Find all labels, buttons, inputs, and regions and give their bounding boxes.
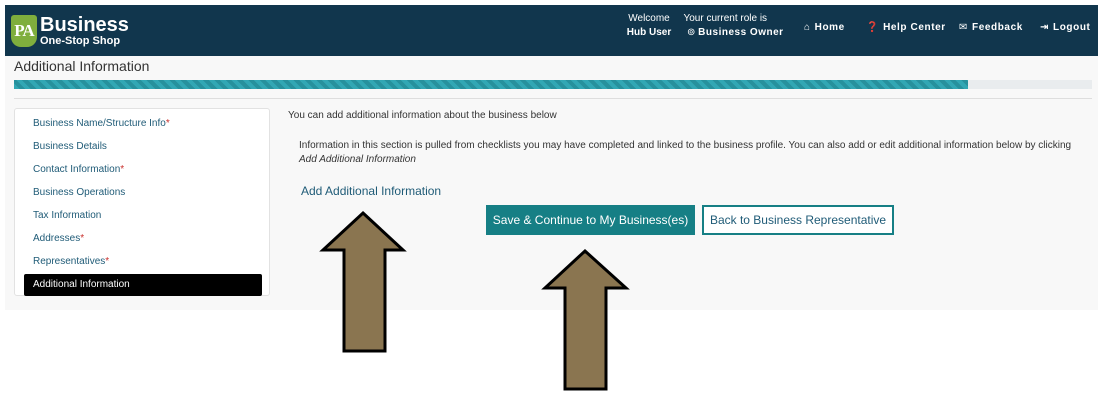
header-bar: PA Business One-Stop Shop Welcome Hub Us… <box>5 5 1098 56</box>
pa-business-logo[interactable]: PA Business One-Stop Shop <box>11 14 129 48</box>
add-additional-information-link[interactable]: Add Additional Information <box>301 184 441 198</box>
home-icon: ⌂ <box>804 22 811 33</box>
logout-icon: ⇥ <box>1040 22 1049 33</box>
info-text: Information in this section is pulled fr… <box>299 139 1083 167</box>
sidebar-item-label: Business Operations <box>33 187 126 198</box>
sidebar-item-additional-information[interactable]: Additional Information <box>24 274 262 296</box>
page-container: PA Business One-Stop Shop Welcome Hub Us… <box>5 5 1098 310</box>
sidebar-item-label: Additional Information <box>33 279 130 290</box>
info-text-body: Information in this section is pulled fr… <box>299 140 1072 151</box>
sidebar-item-addresses[interactable]: Addresses* <box>24 228 262 250</box>
required-marker: * <box>105 256 110 267</box>
nav-home-label: Home <box>814 22 845 33</box>
save-continue-button[interactable]: Save & Continue to My Business(es) <box>486 205 695 235</box>
sidebar-item-tax-information[interactable]: Tax Information <box>24 205 262 227</box>
nav-help-center-label: Help Center <box>883 22 946 33</box>
sidebar-nav: Business Name/Structure Info* Business D… <box>14 108 270 296</box>
nav-feedback[interactable]: ✉ Feedback <box>959 22 1023 33</box>
welcome-user: Hub User <box>626 27 672 38</box>
role-value: Business Owner <box>698 27 784 38</box>
nav-logout-label: Logout <box>1052 22 1091 33</box>
speech-bubble-icon: ✉ <box>959 22 968 33</box>
required-marker: * <box>80 233 85 244</box>
sidebar-item-label: Contact Information <box>33 164 121 175</box>
progress-bar-fill <box>14 80 969 89</box>
intro-text: You can add additional information about… <box>288 110 557 121</box>
sidebar-item-representatives[interactable]: Representatives* <box>24 251 262 273</box>
page-title: Additional Information <box>14 58 150 74</box>
sidebar-item-business-operations[interactable]: Business Operations <box>24 182 262 204</box>
question-circle-icon: ❓ <box>866 22 880 33</box>
sidebar-item-label: Business Details <box>33 141 107 152</box>
sidebar-item-business-name[interactable]: Business Name/Structure Info* <box>24 113 262 135</box>
sidebar-item-label: Business Name/Structure Info <box>33 118 166 129</box>
sidebar-item-contact-information[interactable]: Contact Information* <box>24 159 262 181</box>
sidebar-item-business-details[interactable]: Business Details <box>24 136 262 158</box>
sidebar-item-label: Representatives <box>33 256 106 267</box>
required-marker: * <box>120 164 125 175</box>
role-switch[interactable]: ⊚ Business Owner <box>687 27 784 38</box>
logo-title: Business <box>40 14 129 36</box>
info-text-emphasis: Add Additional Information <box>299 154 416 165</box>
back-to-representative-button[interactable]: Back to Business Representative <box>702 205 894 235</box>
role-label: Your current role is <box>683 13 768 24</box>
nav-home[interactable]: ⌂ Home <box>804 22 845 33</box>
sidebar-item-label: Addresses <box>33 233 81 244</box>
progress-bar <box>14 80 1092 89</box>
sidebar-item-label: Tax Information <box>33 210 102 221</box>
logo-subtitle: One-Stop Shop <box>40 35 121 47</box>
welcome-label: Welcome <box>628 13 670 24</box>
required-marker: * <box>165 118 170 129</box>
section-divider <box>14 98 1092 99</box>
role-block: Your current role is ⊚ Business Owner <box>683 12 784 40</box>
pa-logo-badge: PA <box>11 15 37 47</box>
nav-feedback-label: Feedback <box>971 22 1023 33</box>
user-circle-icon: ⊚ <box>687 27 696 38</box>
nav-help-center[interactable]: ❓ Help Center <box>866 22 946 33</box>
nav-logout[interactable]: ⇥ Logout <box>1040 22 1090 33</box>
welcome-block: Welcome Hub User <box>626 12 672 40</box>
